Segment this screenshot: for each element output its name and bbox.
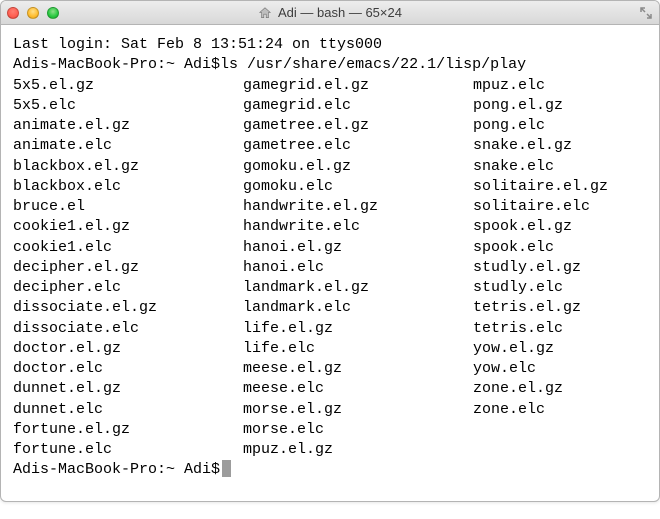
file-item: tetris.elc — [473, 319, 647, 339]
file-item: gametree.elc — [243, 136, 473, 156]
file-item: pong.el.gz — [473, 96, 647, 116]
file-item: dissociate.el.gz — [13, 298, 243, 318]
file-item: fortune.el.gz — [13, 420, 243, 440]
home-icon — [258, 6, 272, 20]
file-item: spook.elc — [473, 238, 647, 258]
file-item: blackbox.elc — [13, 177, 243, 197]
file-item: gametree.el.gz — [243, 116, 473, 136]
file-item: solitaire.el.gz — [473, 177, 647, 197]
file-item: studly.elc — [473, 278, 647, 298]
file-item: snake.el.gz — [473, 136, 647, 156]
file-item: pong.elc — [473, 116, 647, 136]
file-item: 5x5.el.gz — [13, 76, 243, 96]
file-item: landmark.el.gz — [243, 278, 473, 298]
file-item: snake.elc — [473, 157, 647, 177]
file-item: mpuz.el.gz — [243, 440, 473, 460]
prompt: Adis-MacBook-Pro:~ Adi$ — [13, 460, 220, 480]
file-item: morse.el.gz — [243, 400, 473, 420]
window-title: Adi — bash — 65×24 — [278, 5, 402, 20]
file-item: fortune.elc — [13, 440, 243, 460]
file-item: gomoku.el.gz — [243, 157, 473, 177]
file-column-1: 5x5.el.gz5x5.elcanimate.el.gzanimate.elc… — [13, 76, 243, 461]
prompt: Adis-MacBook-Pro:~ Adi$ — [13, 55, 220, 75]
file-item: hanoi.elc — [243, 258, 473, 278]
file-column-2: gamegrid.el.gzgamegrid.elcgametree.el.gz… — [243, 76, 473, 461]
file-item: hanoi.el.gz — [243, 238, 473, 258]
zoom-button[interactable] — [47, 7, 59, 19]
file-item: dissociate.elc — [13, 319, 243, 339]
file-item: yow.el.gz — [473, 339, 647, 359]
fullscreen-icon[interactable] — [639, 6, 653, 20]
ls-output: 5x5.el.gz5x5.elcanimate.el.gzanimate.elc… — [13, 76, 647, 461]
file-item: animate.el.gz — [13, 116, 243, 136]
command-text: ls /usr/share/emacs/22.1/lisp/play — [220, 55, 526, 75]
file-item: doctor.el.gz — [13, 339, 243, 359]
file-item: tetris.el.gz — [473, 298, 647, 318]
file-item: zone.elc — [473, 400, 647, 420]
file-column-3: mpuz.elcpong.el.gzpong.elcsnake.el.gzsna… — [473, 76, 647, 461]
file-item: gamegrid.el.gz — [243, 76, 473, 96]
file-item: dunnet.el.gz — [13, 379, 243, 399]
file-item: meese.el.gz — [243, 359, 473, 379]
file-item: doctor.elc — [13, 359, 243, 379]
file-item: animate.elc — [13, 136, 243, 156]
minimize-button[interactable] — [27, 7, 39, 19]
file-item: gamegrid.elc — [243, 96, 473, 116]
command-line: Adis-MacBook-Pro:~ Adi$ ls /usr/share/em… — [13, 55, 647, 75]
file-item: spook.el.gz — [473, 217, 647, 237]
file-item: studly.el.gz — [473, 258, 647, 278]
file-item: life.elc — [243, 339, 473, 359]
file-item: 5x5.elc — [13, 96, 243, 116]
file-item: solitaire.elc — [473, 197, 647, 217]
file-item: landmark.elc — [243, 298, 473, 318]
file-item: mpuz.elc — [473, 76, 647, 96]
file-item: decipher.el.gz — [13, 258, 243, 278]
file-item: morse.elc — [243, 420, 473, 440]
login-line: Last login: Sat Feb 8 13:51:24 on ttys00… — [13, 35, 647, 55]
file-item: cookie1.elc — [13, 238, 243, 258]
prompt-line: Adis-MacBook-Pro:~ Adi$ — [13, 460, 647, 480]
terminal-window: Adi — bash — 65×24 Last login: Sat Feb 8… — [0, 0, 660, 502]
file-item: handwrite.elc — [243, 217, 473, 237]
file-item: yow.elc — [473, 359, 647, 379]
terminal-body[interactable]: Last login: Sat Feb 8 13:51:24 on ttys00… — [1, 25, 659, 501]
file-item: blackbox.el.gz — [13, 157, 243, 177]
traffic-lights — [7, 7, 59, 19]
file-item: life.el.gz — [243, 319, 473, 339]
file-item: bruce.el — [13, 197, 243, 217]
file-item: gomoku.elc — [243, 177, 473, 197]
file-item: meese.elc — [243, 379, 473, 399]
file-item: dunnet.elc — [13, 400, 243, 420]
file-item: zone.el.gz — [473, 379, 647, 399]
titlebar[interactable]: Adi — bash — 65×24 — [1, 1, 659, 25]
cursor — [222, 460, 231, 477]
close-button[interactable] — [7, 7, 19, 19]
file-item: handwrite.el.gz — [243, 197, 473, 217]
file-item: cookie1.el.gz — [13, 217, 243, 237]
file-item: decipher.elc — [13, 278, 243, 298]
